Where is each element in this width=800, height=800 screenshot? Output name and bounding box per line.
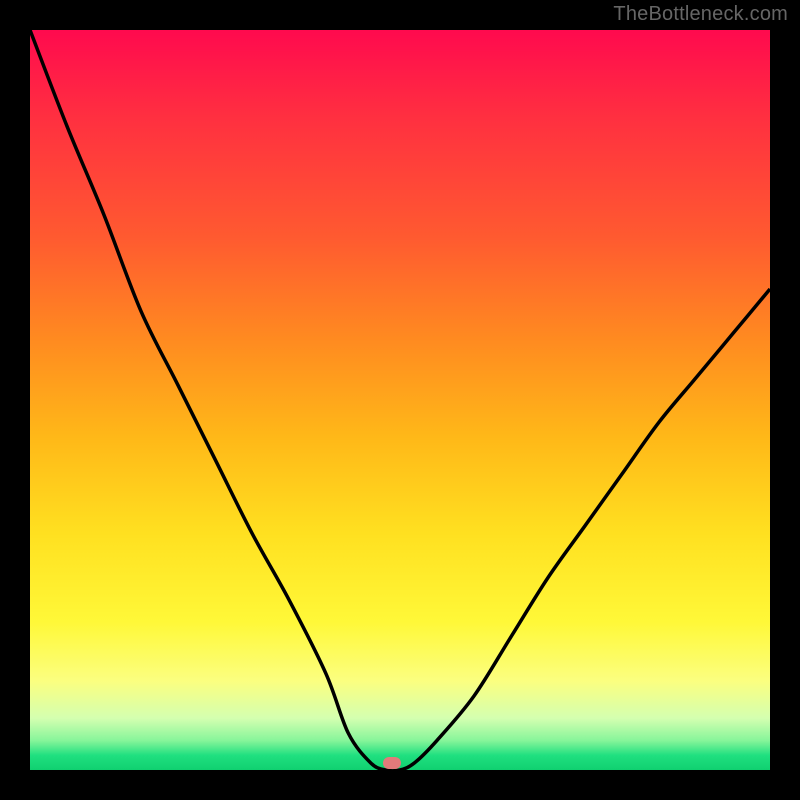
curve-path — [30, 30, 770, 770]
chart-frame: TheBottleneck.com — [0, 0, 800, 800]
bottleneck-curve — [30, 30, 770, 770]
plot-area — [30, 30, 770, 770]
optimal-point-marker — [383, 757, 401, 769]
watermark-text: TheBottleneck.com — [613, 3, 788, 26]
